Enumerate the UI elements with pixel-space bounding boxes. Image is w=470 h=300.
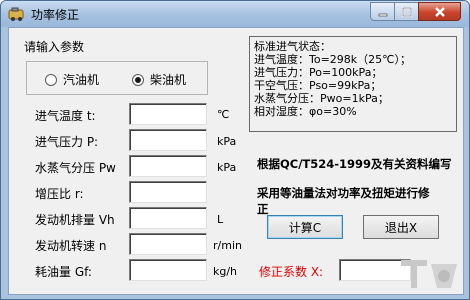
intake-pressure-unit: kPa	[217, 135, 237, 148]
title-bar[interactable]: 功率修正	[1, 1, 469, 27]
correction-factor-label: 修正系数 X:	[259, 265, 324, 279]
client-area: 请输入参数 汽油机 柴油机 进气温度 t: ℃ 进气压力 P: kPa 水蒸气分…	[8, 27, 464, 295]
vapor-pressure-input[interactable]	[129, 155, 207, 177]
engine-type-group: 汽油机 柴油机	[26, 61, 208, 95]
watermark-logo	[401, 260, 457, 288]
radio-gasoline[interactable]: 汽油机	[45, 71, 99, 88]
intake-temp-unit: ℃	[217, 108, 230, 121]
boost-ratio-label: 增压比 r:	[35, 187, 84, 201]
intake-pressure-label: 进气压力 P:	[35, 135, 99, 149]
intake-temp-input[interactable]	[129, 103, 207, 125]
input-prompt: 请输入参数	[24, 40, 85, 54]
engine-speed-label: 发动机转速 n	[35, 239, 107, 253]
standard-conditions-box: 标准进气状态： 进气温度：To=298k（25℃）； 进气压力：Po=100kP…	[249, 36, 457, 132]
fuel-consumption-input[interactable]	[129, 259, 207, 281]
app-icon	[8, 7, 24, 21]
boost-ratio-input[interactable]	[129, 181, 207, 203]
info-line: 标准进气状态：	[254, 40, 331, 53]
displacement-label: 发动机排量 Vh	[35, 213, 115, 227]
minimize-button[interactable]	[370, 2, 395, 21]
displacement-input[interactable]	[129, 207, 207, 229]
info-line: 干空气压：Pso=99kPa；	[254, 79, 382, 92]
app-window: 功率修正 请输入参数 汽油机 柴油机 进气温度 t: ℃ 进气压力 P: kPa…	[0, 0, 470, 300]
engine-speed-unit: r/min	[213, 239, 242, 252]
radio-gasoline-circle[interactable]	[45, 73, 57, 86]
engine-speed-input[interactable]	[129, 233, 207, 255]
info-line: 水蒸气分压：Pwo=1kPa；	[254, 92, 389, 105]
maximize-button[interactable]	[394, 2, 419, 21]
close-button[interactable]	[418, 2, 461, 21]
radio-gasoline-label: 汽油机	[63, 73, 100, 87]
info-line: 进气压力：Po=100kPa；	[254, 66, 383, 79]
vapor-pressure-unit: kPa	[217, 161, 237, 174]
intake-pressure-input[interactable]	[129, 129, 207, 151]
close-icon	[434, 6, 445, 17]
radio-diesel[interactable]: 柴油机	[132, 71, 186, 88]
vapor-pressure-label: 水蒸气分压 Pw	[35, 161, 116, 175]
exit-button[interactable]: 退出X	[363, 215, 439, 239]
method-note: 采用等油量法对功率及扭矩进行修	[257, 186, 430, 200]
intake-temp-label: 进气温度 t:	[35, 109, 96, 123]
radio-diesel-label: 柴油机	[150, 73, 187, 87]
info-line: 进气温度：To=298k（25℃）；	[254, 53, 412, 66]
minimize-icon	[378, 13, 387, 16]
displacement-unit: L	[217, 213, 224, 226]
maximize-icon	[401, 6, 412, 17]
window-title: 功率修正	[31, 8, 80, 22]
fuel-consumption-label: 耗油量 Gf:	[35, 265, 92, 279]
radio-diesel-circle[interactable]	[132, 73, 144, 86]
standard-note: 根据QC/T524-1999及有关资料编写	[257, 157, 452, 171]
fuel-consumption-unit: kg/h	[213, 265, 238, 278]
info-line: 相对湿度：φo=30%	[254, 105, 357, 118]
calculate-button[interactable]: 计算C	[267, 215, 343, 239]
